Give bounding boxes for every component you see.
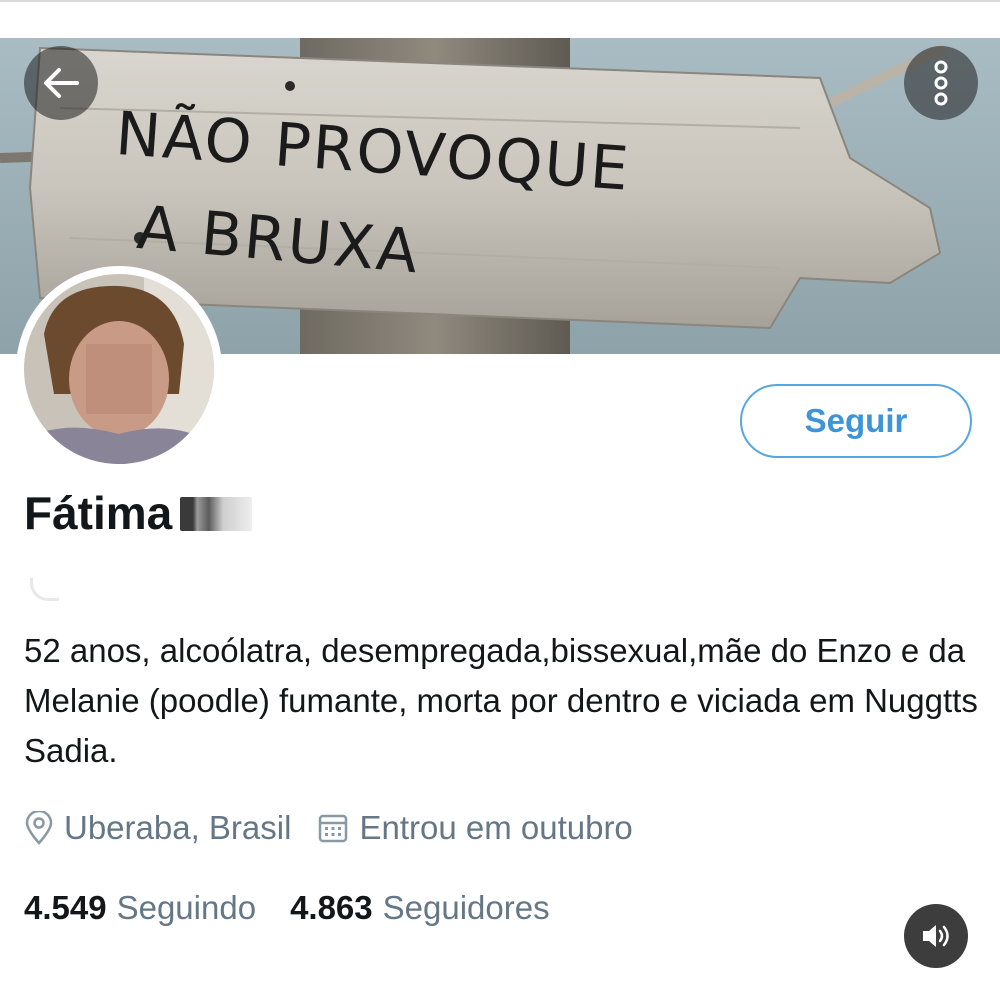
following-label: Seguindo bbox=[116, 889, 257, 926]
profile-bio: 52 anos, alcoólatra, desempregada,bissex… bbox=[24, 632, 978, 769]
speaker-icon bbox=[923, 925, 949, 947]
profile-meta: Uberaba, Brasil Entrou em outubro bbox=[24, 802, 659, 854]
arrow-left-icon bbox=[44, 68, 79, 98]
avatar[interactable] bbox=[16, 266, 222, 472]
sound-button[interactable] bbox=[904, 904, 968, 968]
calendar-icon bbox=[319, 814, 348, 843]
more-options-button[interactable] bbox=[904, 46, 978, 120]
more-vertical-icon bbox=[934, 60, 948, 106]
follow-button[interactable]: Seguir bbox=[740, 384, 972, 458]
following-stat[interactable]: 4.549 Seguindo bbox=[24, 889, 256, 927]
top-divider bbox=[0, 0, 1000, 2]
profile-page: NÃO PROVOQUE A BRUXA Seguir Fátima 52 an… bbox=[0, 0, 1000, 992]
followers-stat[interactable]: 4.863 Seguidores bbox=[290, 889, 550, 927]
followers-label: Seguidores bbox=[382, 889, 550, 926]
redacted-surname bbox=[180, 497, 253, 531]
joined-text: Entrou em outubro bbox=[359, 809, 633, 846]
back-button[interactable] bbox=[24, 46, 98, 120]
location-pin-icon bbox=[25, 811, 53, 845]
redacted-handle bbox=[30, 578, 59, 601]
location-item: Uberaba, Brasil bbox=[24, 809, 291, 847]
display-name-text: Fátima bbox=[24, 487, 173, 539]
joined-item: Entrou em outubro bbox=[317, 809, 633, 847]
display-name: Fátima bbox=[24, 484, 253, 542]
profile-stats: 4.549 Seguindo 4.863 Seguidores bbox=[24, 880, 584, 936]
followers-count: 4.863 bbox=[290, 889, 373, 926]
avatar-photo bbox=[24, 274, 214, 464]
location-text: Uberaba, Brasil bbox=[64, 809, 292, 846]
following-count: 4.549 bbox=[24, 889, 107, 926]
